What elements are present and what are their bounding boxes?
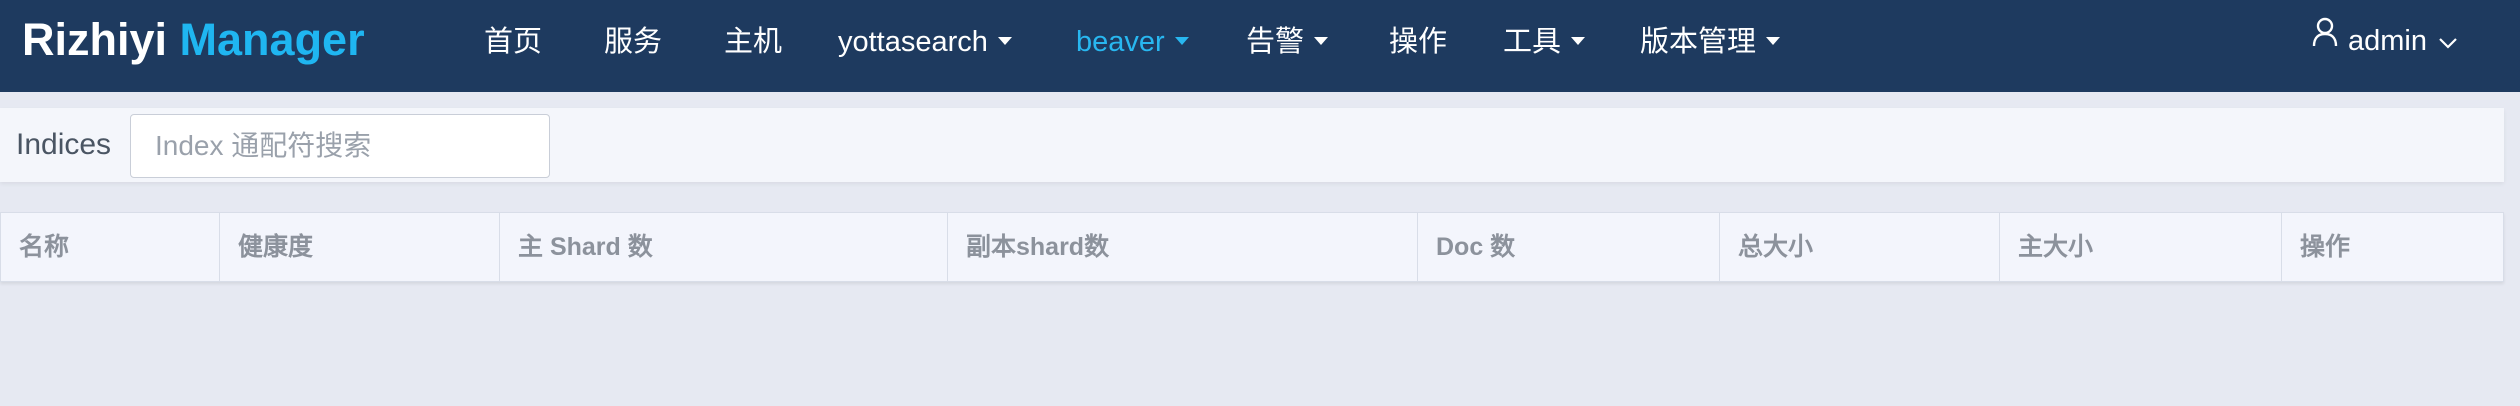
column-header-primary-size[interactable]: 主大小 xyxy=(2000,213,2282,281)
caret-down-icon xyxy=(1314,37,1329,46)
indices-label: Indices xyxy=(16,128,112,161)
column-header-replica-shards[interactable]: 副本shard数 xyxy=(948,213,1418,281)
chevron-down-icon xyxy=(2439,15,2457,65)
nav-item-label: beaver xyxy=(1076,26,1165,58)
nav-item-yottasearch[interactable]: yottasearch xyxy=(838,0,1012,84)
nav-item-hosts[interactable]: 主机 xyxy=(724,0,782,84)
index-search-input[interactable] xyxy=(130,114,550,178)
nav-item-services[interactable]: 服务 xyxy=(604,0,662,84)
nav-item-label: 版本管理 xyxy=(1640,26,1757,58)
nav-item-label: 首页 xyxy=(484,26,543,58)
nav-item-operations[interactable]: 操作 xyxy=(1389,0,1447,84)
index-search-bar: Indices xyxy=(0,108,2504,182)
caret-down-icon xyxy=(1174,37,1189,46)
column-header-doc-count[interactable]: Doc 数 xyxy=(1418,213,1720,281)
nav-item-label: 操作 xyxy=(1389,26,1448,58)
user-name: admin xyxy=(2348,25,2427,57)
nav-item-tools[interactable]: 工具 xyxy=(1503,0,1586,84)
nav-item-label: 服务 xyxy=(604,26,663,58)
user-icon xyxy=(2312,13,2338,63)
column-header-total-size[interactable]: 总大小 xyxy=(1720,213,2000,281)
caret-down-icon xyxy=(997,37,1012,46)
column-header-health[interactable]: 健康度 xyxy=(220,213,500,281)
nav-item-alerts[interactable]: 告警 xyxy=(1246,0,1329,84)
caret-down-icon xyxy=(1571,37,1586,46)
top-navbar: Rizhiyi Manager 首页 服务 主机 yottasearch bea… xyxy=(0,0,2520,92)
brand-logo[interactable]: Rizhiyi Manager xyxy=(22,10,365,70)
nav-item-version-management[interactable]: 版本管理 xyxy=(1640,0,1781,84)
indices-table: 名称 健康度 主 Shard 数 副本shard数 Doc 数 总大小 主大小 … xyxy=(0,212,2504,282)
column-header-primary-shards[interactable]: 主 Shard 数 xyxy=(500,213,948,281)
column-header-actions[interactable]: 操作 xyxy=(2282,213,2503,281)
nav-item-beaver[interactable]: beaver xyxy=(1076,0,1189,84)
nav-item-home[interactable]: 首页 xyxy=(484,0,542,84)
nav-item-label: 工具 xyxy=(1503,26,1562,58)
column-header-name[interactable]: 名称 xyxy=(1,213,220,281)
caret-down-icon xyxy=(1766,37,1781,46)
brand-name-accent: Manager xyxy=(179,14,365,65)
nav-item-label: 主机 xyxy=(724,26,783,58)
nav-item-label: 告警 xyxy=(1246,26,1305,58)
brand-name-primary: Rizhiyi xyxy=(22,14,168,65)
user-menu[interactable]: admin xyxy=(2312,16,2457,66)
nav-item-label: yottasearch xyxy=(838,26,988,58)
